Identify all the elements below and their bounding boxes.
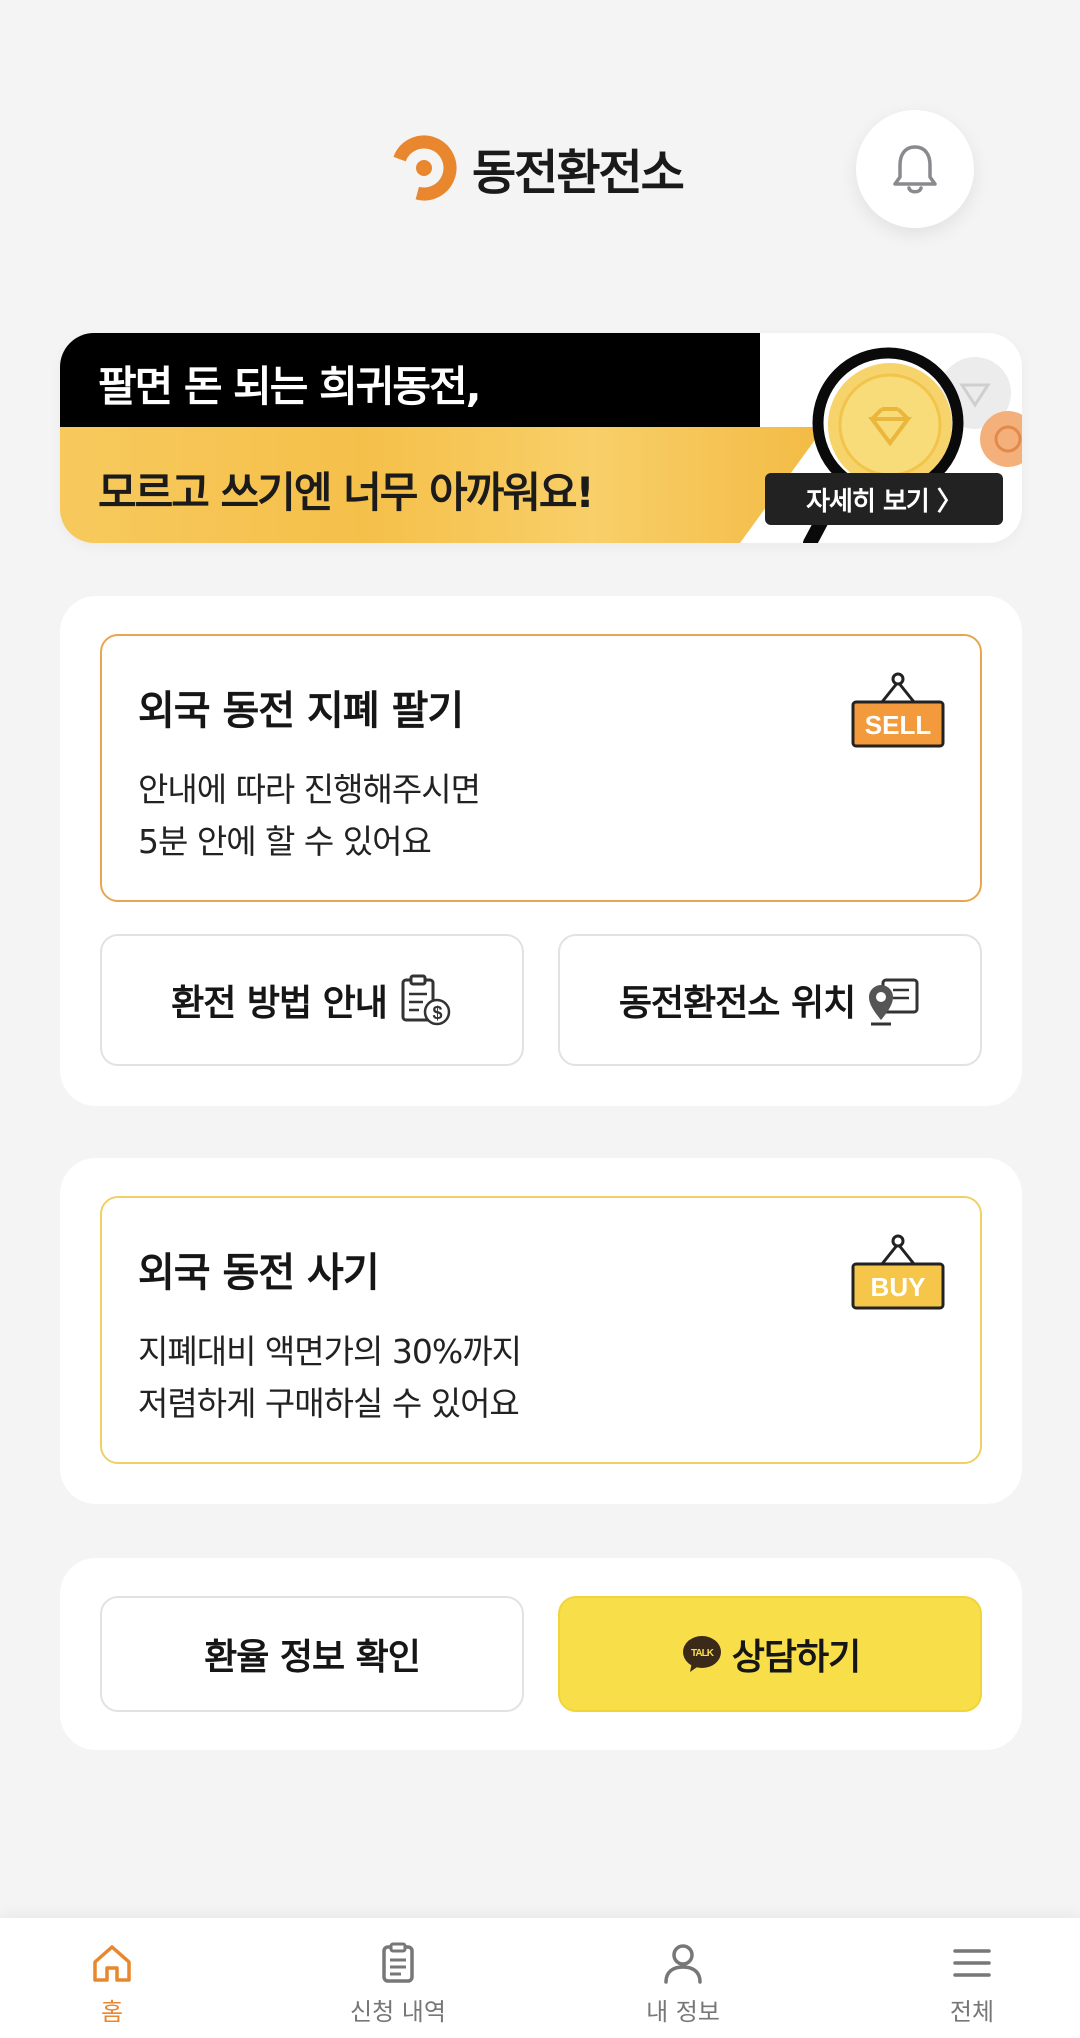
tab-all-menu-label: 전체	[949, 1998, 995, 2026]
exchange-guide-label: 환전 방법 안내	[171, 983, 388, 1024]
exchange-rate-button[interactable]: 환율 정보 확인	[100, 1596, 524, 1712]
promo-banner[interactable]: 팔면 돈 되는 희귀동전, 모르고 쓰기엔 너무 아까워요! 자세히 보기 〉	[60, 333, 1022, 543]
svg-text:$: $	[432, 1003, 442, 1023]
buy-title: 외국 동전 사기	[138, 1250, 380, 1296]
bottom-actions-card: 환율 정보 확인 TALK 상담하기	[60, 1558, 1022, 1750]
menu-icon	[953, 1949, 991, 1977]
app-screen: 동전환전소 팔면 돈 되는 희귀동전, 모르고 쓰기엔 너무 아까워요! 자세히…	[0, 0, 1080, 2038]
coin-logo-icon	[391, 135, 457, 201]
store-location-label: 동전환전소 위치	[618, 983, 856, 1024]
banner-headline: 팔면 돈 되는 희귀동전,	[98, 362, 482, 411]
sell-coins-button[interactable]: 외국 동전 지폐 팔기 안내에 따라 진행해주시면 5분 안에 할 수 있어요 …	[100, 634, 982, 902]
buy-description: 지폐대비 액면가의 30%까지 저렴하게 구매하실 수 있어요	[138, 1326, 522, 1430]
tab-my-info[interactable]: 내 정보	[603, 1918, 763, 2038]
tab-home[interactable]: 홈	[32, 1918, 192, 2038]
tab-all-menu[interactable]: 전체	[892, 1918, 1052, 2038]
sell-sign-text: SELL	[865, 710, 932, 740]
home-icon	[93, 1945, 131, 1982]
sell-description: 안내에 따라 진행해주시면 5분 안에 할 수 있어요	[138, 764, 481, 868]
sell-title: 외국 동전 지폐 팔기	[138, 688, 464, 734]
consult-button[interactable]: TALK 상담하기	[558, 1596, 982, 1712]
tab-my-info-label: 내 정보	[646, 1998, 720, 2026]
sell-desc-line1: 안내에 따라 진행해주시면	[138, 770, 481, 809]
buy-sign-icon: BUY	[851, 1234, 945, 1310]
buy-card: 외국 동전 사기 지폐대비 액면가의 30%까지 저렴하게 구매하실 수 있어요…	[60, 1158, 1022, 1504]
tab-home-label: 홈	[100, 1998, 124, 2026]
exchange-rate-label: 환율 정보 확인	[204, 1637, 421, 1678]
header: 동전환전소	[0, 0, 1080, 300]
sell-card: 외국 동전 지폐 팔기 안내에 따라 진행해주시면 5분 안에 할 수 있어요 …	[60, 596, 1022, 1106]
kakao-talk-icon: TALK	[682, 1636, 721, 1672]
store-location-button[interactable]: 동전환전소 위치	[558, 934, 982, 1066]
buy-coins-button[interactable]: 외국 동전 사기 지폐대비 액면가의 30%까지 저렴하게 구매하실 수 있어요…	[100, 1196, 982, 1464]
buy-desc-line2: 저렴하게 구매하실 수 있어요	[138, 1384, 520, 1423]
exchange-guide-button[interactable]: 환전 방법 안내 $	[100, 934, 524, 1066]
app-logo: 동전환전소	[388, 130, 685, 206]
notification-button[interactable]	[856, 110, 974, 228]
tab-history-label: 신청 내역	[350, 1998, 446, 2026]
bottom-tab-bar: 홈 신청 내역 내 정보 전체	[0, 1918, 1080, 2038]
consult-label: 상담하기	[731, 1637, 861, 1678]
map-pin-icon	[869, 978, 919, 1026]
buy-desc-line1: 지폐대비 액면가의 30%까지	[138, 1332, 522, 1371]
sell-sign-icon: SELL	[851, 672, 945, 748]
banner-subheadline: 모르고 쓰기엔 너무 아까워요!	[98, 468, 595, 517]
clipboard-icon	[382, 1942, 414, 1983]
user-icon	[664, 1944, 702, 1984]
kakao-talk-text: TALK	[691, 1648, 715, 1659]
sell-desc-line2: 5분 안에 할 수 있어요	[138, 822, 432, 861]
tab-history[interactable]: 신청 내역	[318, 1918, 478, 2038]
bell-icon	[893, 145, 937, 194]
clipboard-exchange-icon: $	[401, 974, 451, 1026]
app-name: 동전환전소	[472, 145, 685, 201]
buy-sign-text: BUY	[871, 1272, 926, 1302]
banner-detail-button[interactable]: 자세히 보기 〉	[765, 473, 1003, 525]
